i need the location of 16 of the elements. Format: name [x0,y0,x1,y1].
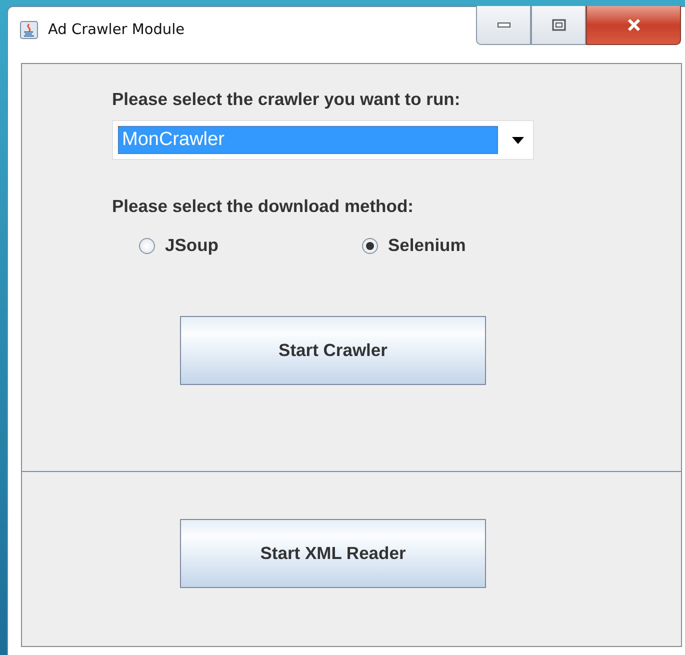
cup-icon [20,21,38,39]
start-xml-reader-button[interactable]: Start XML Reader [180,518,486,588]
method-label: Please select the download method: [112,196,414,217]
radio-option[interactable]: JSoup [139,235,362,256]
caret-icon [512,136,524,144]
window-title: Ad Crawler Module [48,22,185,38]
radio-option[interactable]: Selenium [362,235,585,256]
radio-button[interactable] [139,238,155,254]
close-icon [626,18,642,32]
close-button[interactable] [586,6,681,45]
start-crawler-button[interactable]: Start Crawler [180,316,486,385]
crawler-label: Please select the crawler you want to run: [112,89,460,110]
radio-button[interactable] [362,238,378,254]
maximize-icon [552,19,566,31]
maximize-button[interactable] [531,6,586,45]
minimize-icon [496,21,510,29]
